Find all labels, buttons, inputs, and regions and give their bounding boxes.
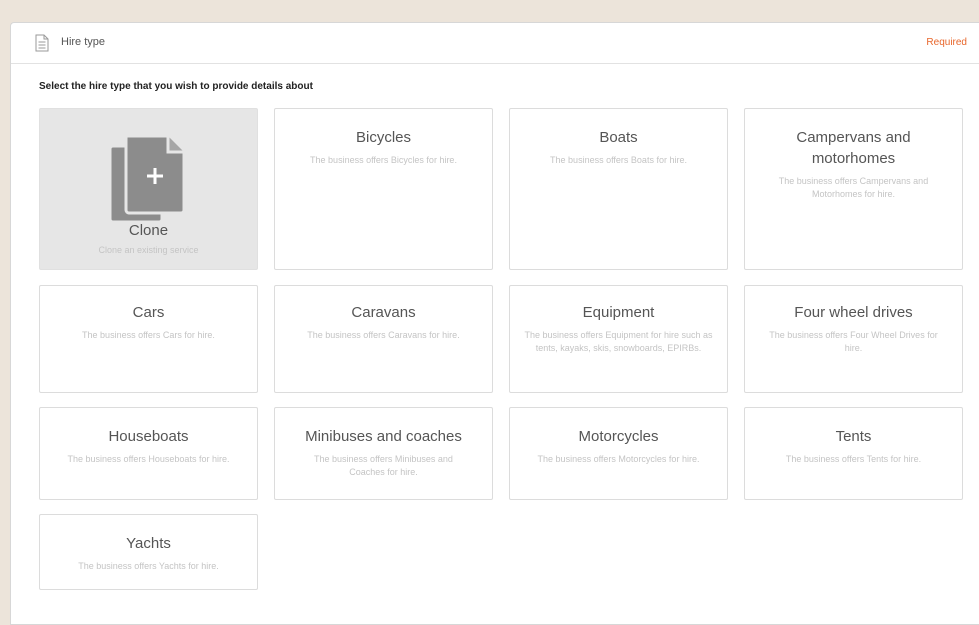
card-description: The business offers Four Wheel Drives fo… bbox=[769, 330, 938, 353]
card-title: Caravans bbox=[351, 304, 416, 321]
card-title: Campervans and motorhomes bbox=[796, 129, 911, 167]
card-motorcycles[interactable]: Motorcycles The business offers Motorcyc… bbox=[509, 407, 728, 500]
card-title: Motorcycles bbox=[578, 428, 659, 445]
card-title: Houseboats bbox=[108, 428, 189, 445]
panel-title: Hire type bbox=[61, 36, 106, 48]
document-icon bbox=[35, 34, 49, 52]
card-boats[interactable]: Boats The business offers Boats for hire… bbox=[509, 108, 728, 270]
card-title: Boats bbox=[599, 129, 638, 146]
card-description: The business offers Bicycles for hire. bbox=[310, 155, 457, 165]
required-badge: Required bbox=[926, 37, 967, 48]
hire-type-panel: Hire type Required Select the hire type … bbox=[10, 22, 979, 625]
card-description: The business offers Minibuses and Coache… bbox=[314, 454, 453, 477]
card-title: Bicycles bbox=[355, 129, 411, 146]
card-equipment[interactable]: Equipment The business offers Equipment … bbox=[509, 285, 728, 393]
card-description: The business offers Caravans for hire. bbox=[307, 330, 460, 340]
instruction-text: Select the hire type that you wish to pr… bbox=[39, 81, 313, 92]
card-description: The business offers Motorcycles for hire… bbox=[537, 454, 700, 464]
card-title: Minibuses and coaches bbox=[305, 428, 462, 445]
card-description: The business offers Yachts for hire. bbox=[78, 561, 219, 571]
card-description: The business offers Tents for hire. bbox=[785, 454, 922, 464]
card-campervans-and-motorhomes[interactable]: Campervans and motorhomes The business o… bbox=[744, 108, 963, 270]
card-yachts[interactable]: Yachts The business offers Yachts for hi… bbox=[39, 514, 258, 590]
card-four-wheel-drives[interactable]: Four wheel drives The business offers Fo… bbox=[744, 285, 963, 393]
card-minibuses-and-coaches[interactable]: Minibuses and coaches The business offer… bbox=[274, 407, 493, 500]
clone-card-title: Clone bbox=[128, 222, 169, 239]
card-description: The business offers Cars for hire. bbox=[82, 330, 215, 340]
clone-card[interactable]: Clone Clone an existing service bbox=[39, 108, 258, 270]
card-bicycles[interactable]: Bicycles The business offers Bicycles fo… bbox=[274, 108, 493, 270]
card-title: Cars bbox=[132, 304, 165, 321]
card-title: Equipment bbox=[582, 304, 655, 321]
card-description: The business offers Campervans and Motor… bbox=[778, 176, 929, 199]
card-title: Yachts bbox=[126, 535, 171, 552]
card-cars[interactable]: Cars The business offers Cars for hire. bbox=[39, 285, 258, 393]
card-title: Tents bbox=[835, 428, 872, 445]
card-description: The business offers Boats for hire. bbox=[550, 155, 687, 165]
panel-header: Hire type Required bbox=[11, 23, 979, 64]
card-houseboats[interactable]: Houseboats The business offers Houseboat… bbox=[39, 407, 258, 500]
card-caravans[interactable]: Caravans The business offers Caravans fo… bbox=[274, 285, 493, 393]
card-tents[interactable]: Tents The business offers Tents for hire… bbox=[744, 407, 963, 500]
clone-documents-icon bbox=[110, 134, 186, 224]
card-description: The business offers Houseboats for hire. bbox=[67, 454, 230, 464]
card-description: The business offers Equipment for hire s… bbox=[524, 330, 713, 353]
card-title: Four wheel drives bbox=[794, 304, 913, 321]
clone-card-description: Clone an existing service bbox=[98, 245, 199, 255]
